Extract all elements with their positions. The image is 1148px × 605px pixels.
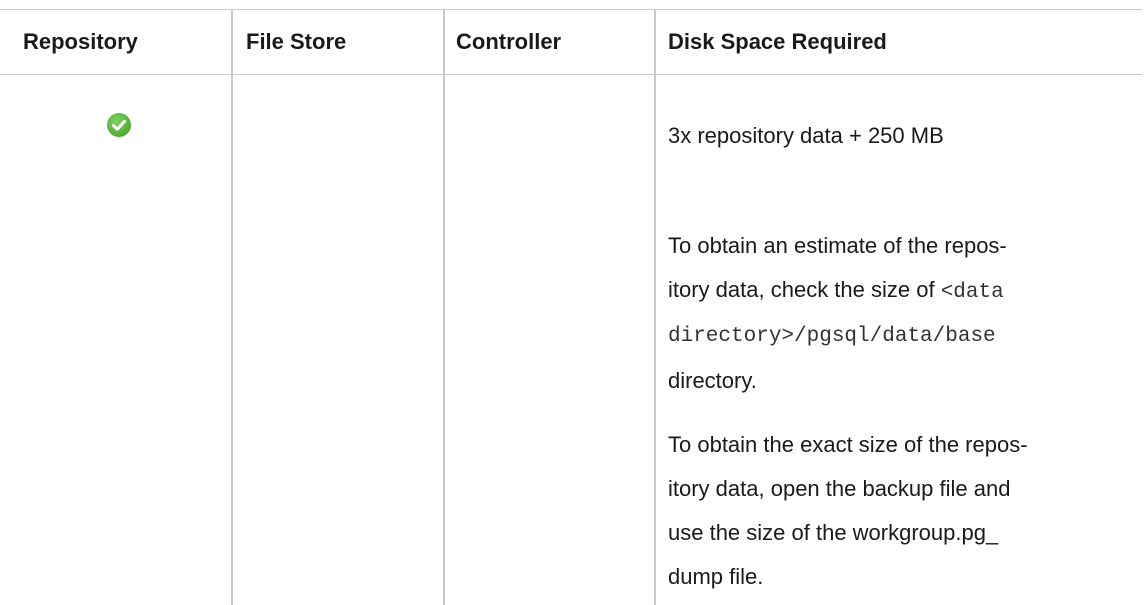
disk-space-paragraph-3: To obtain the exact size of the repos- i… [668,423,1143,599]
disk-space-p1-line: 3x repository data + 250 MB [668,123,944,148]
disk-space-table: Repository File Store Controller Disk Sp… [0,0,1148,605]
disk-space-p2-line-4: directory. [668,368,757,393]
table-top-border [0,9,1142,10]
column-divider-2 [443,10,445,605]
disk-space-paragraph-1: 3x repository data + 250 MB [668,114,1143,158]
header-controller: Controller [456,29,562,54]
column-divider-1 [231,10,233,605]
pgsql-path-code: directory>/pgsql/data/base [668,325,996,348]
disk-space-p3-line-4: dump file. [668,564,764,589]
disk-space-p3-line-1: To obtain the exact size of the repos- [668,432,1028,457]
header-repository: Repository [23,29,138,54]
disk-space-p2-line-2-text: itory data, check the size of [668,277,941,302]
disk-space-p2-line-2: itory data, check the size of <data [668,268,1143,315]
disk-space-p2-line-1: To obtain an estimate of the repos- [668,233,1007,258]
disk-space-p3-line-3: use the size of the workgroup.pg_ [668,520,999,545]
header-file-store: File Store [246,29,347,54]
disk-space-paragraph-2: To obtain an estimate of the repos- itor… [668,224,1143,403]
check-circle-icon [107,113,131,137]
column-divider-3 [654,10,656,605]
header-bottom-border [0,74,1142,75]
header-disk-space-required: Disk Space Required [668,29,887,54]
data-directory-code: <data [940,281,1004,304]
disk-space-p3-line-2: itory data, open the backup file and [668,476,1011,501]
